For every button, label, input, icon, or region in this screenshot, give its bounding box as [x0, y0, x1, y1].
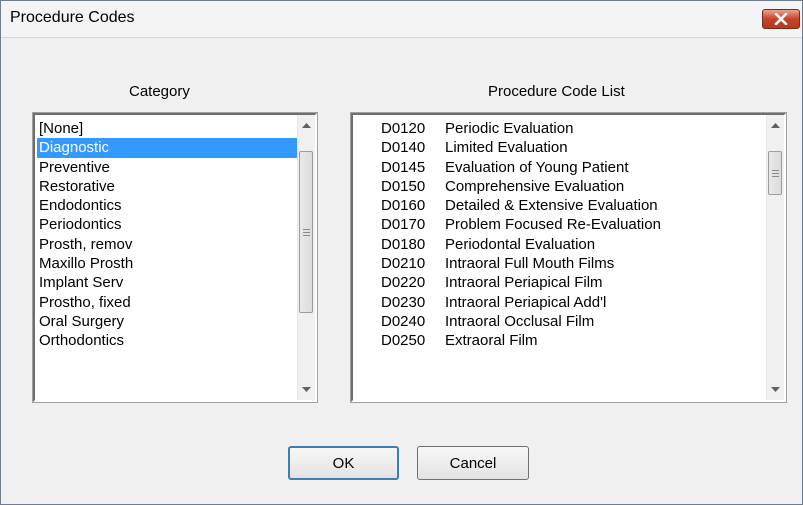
procedure-description: Intraoral Periapical Film [445, 274, 603, 292]
category-item[interactable]: Implant Serv [37, 273, 298, 292]
procedure-code: D0145 [381, 158, 426, 176]
procedure-code: D0160 [381, 197, 426, 215]
procedure-row[interactable]: D0120 Periodic Evaluation [353, 119, 767, 138]
procedure-code: D0120 [381, 120, 426, 137]
category-item[interactable]: Maxillo Prosth [37, 254, 298, 273]
procedure-code: D0140 [381, 139, 426, 157]
category-item[interactable]: [None] [37, 119, 298, 138]
close-button[interactable] [762, 9, 800, 29]
procedure-row[interactable]: D0220 Intraoral Periapical Film [353, 273, 767, 292]
category-item[interactable]: Prosth, remov [37, 235, 298, 254]
chevron-down-icon [302, 387, 311, 392]
procedure-code: D0240 [381, 312, 426, 330]
procedure-description: Periodontal Evaluation [445, 235, 596, 253]
category-item[interactable]: Preventive [37, 158, 298, 177]
cancel-button[interactable]: Cancel [417, 446, 529, 480]
procedure-description: Intraoral Periapical Add'l [445, 293, 607, 311]
category-listbox[interactable]: [None] Diagnostic Preventive Restorative End… [32, 112, 318, 403]
procedure-code: D0150 [381, 177, 426, 195]
category-item[interactable]: Prostho, fixed [37, 293, 298, 312]
procedure-code-list-label: Procedure Code List [488, 83, 625, 100]
category-item[interactable]: Orthodontics [37, 331, 298, 350]
scroll-thumb[interactable] [768, 151, 782, 195]
close-icon [774, 13, 788, 25]
scroll-up-button[interactable] [767, 117, 784, 134]
category-items: [None] Diagnostic Preventive Restorative End… [37, 119, 298, 351]
procedure-description: Problem Focused Re-Evaluation [445, 216, 661, 234]
procedure-row[interactable]: D0150 Comprehensive Evaluation [353, 177, 767, 196]
ok-button[interactable]: OK [288, 446, 399, 480]
procedure-code: D0210 [381, 255, 426, 273]
procedure-description: Intraoral Occlusal Film [445, 312, 595, 330]
procedure-row[interactable]: D0160 Detailed & Extensive Evaluation [353, 196, 767, 215]
scroll-down-button[interactable] [767, 381, 784, 398]
procedure-description: Extraoral Film [445, 332, 538, 350]
scroll-up-button[interactable] [298, 117, 315, 134]
procedure-row[interactable]: D0140 Limited Evaluation [353, 138, 767, 157]
chevron-up-icon [771, 123, 780, 128]
category-item[interactable]: Endodontics [37, 196, 298, 215]
procedure-row[interactable]: D0145 Evaluation of Young Patient [353, 158, 767, 177]
procedure-code: D0170 [381, 216, 426, 234]
procedure-code: D0220 [381, 274, 426, 292]
procedure-description: Detailed & Extensive Evaluation [445, 197, 658, 215]
chevron-up-icon [302, 123, 311, 128]
procedure-row[interactable]: D0170 Problem Focused Re-Evaluation [353, 215, 767, 234]
procedure-row[interactable]: D0250 Extraoral Film [353, 331, 767, 350]
category-item[interactable]: Periodontics [37, 215, 298, 234]
title-bar[interactable]: Procedure Codes [1, 1, 802, 38]
procedure-row[interactable]: D0180 Periodontal Evaluation [353, 235, 767, 254]
procedure-code: D0250 [381, 332, 426, 350]
procedure-code-listbox[interactable]: D0120 Periodic Evaluation D0140 Limited Eva… [350, 112, 787, 403]
procedure-description: Limited Evaluation [445, 139, 568, 157]
category-item[interactable]: Diagnostic [37, 138, 298, 158]
category-scrollbar[interactable] [297, 115, 315, 400]
procedure-description: Evaluation of Young Patient [445, 158, 629, 176]
procedure-code: D0230 [381, 293, 426, 311]
procedure-description: Periodic Evaluation [445, 120, 574, 137]
window-title: Procedure Codes [10, 9, 135, 26]
chevron-down-icon [771, 387, 780, 392]
procedure-codes-dialog: Procedure Codes Category Procedure Code … [0, 0, 803, 505]
procedure-row[interactable]: D0230 Intraoral Periapical Add'l [353, 293, 767, 312]
procedure-row[interactable]: D0240 Intraoral Occlusal Film [353, 312, 767, 331]
category-item[interactable]: Oral Surgery [37, 312, 298, 331]
category-label: Category [129, 83, 190, 100]
scroll-down-button[interactable] [298, 381, 315, 398]
category-item[interactable]: Restorative [37, 177, 298, 196]
procedure-code: D0180 [381, 235, 426, 253]
procedure-description: Comprehensive Evaluation [445, 177, 625, 195]
procedure-description: Intraoral Full Mouth Films [445, 255, 615, 273]
procedure-row[interactable]: D0210 Intraoral Full Mouth Films [353, 254, 767, 273]
procedure-items: D0120 Periodic Evaluation D0140 Limited Eva… [353, 119, 767, 351]
dialog-body: Category Procedure Code List [None] Diagn… [1, 38, 802, 504]
procedure-scrollbar[interactable] [766, 115, 784, 400]
grip-icon [302, 228, 310, 236]
scroll-thumb[interactable] [299, 151, 313, 313]
grip-icon [771, 169, 779, 177]
